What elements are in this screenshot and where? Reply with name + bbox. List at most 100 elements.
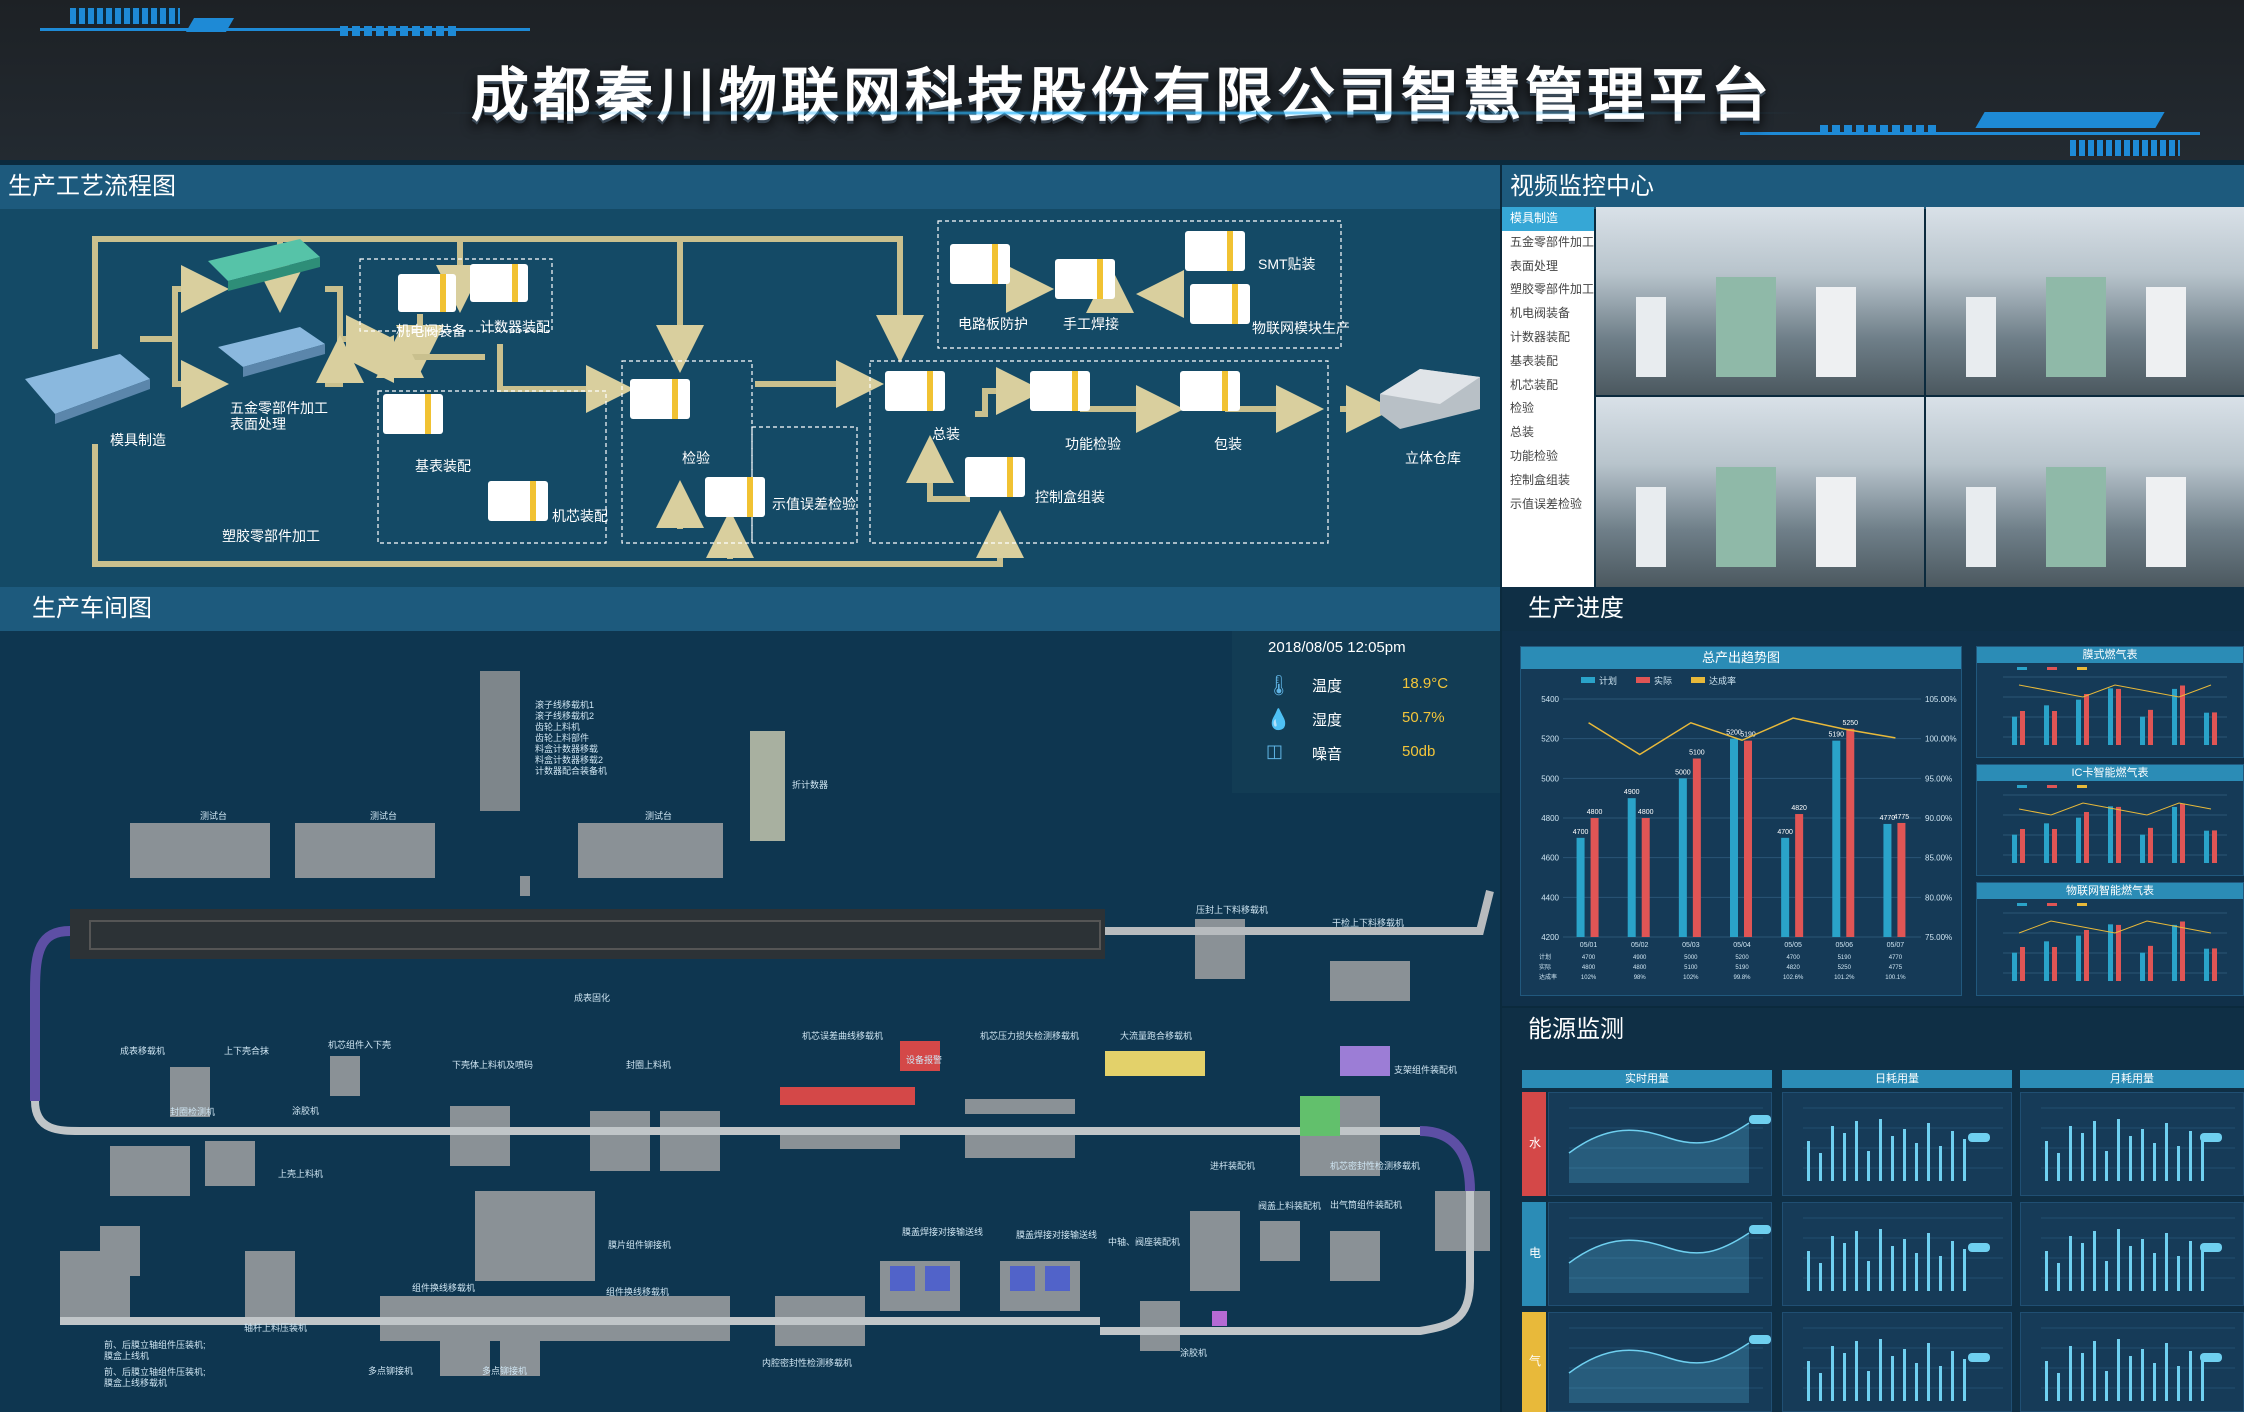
mini-legend bbox=[2017, 903, 2027, 906]
camera-feed-3[interactable] bbox=[1596, 397, 1924, 587]
noise-icon: ◫ bbox=[1266, 741, 1284, 761]
bar-actual bbox=[1795, 814, 1804, 937]
table-cell: 4900 bbox=[1633, 955, 1647, 961]
flow-label-surface: 表面处理 bbox=[230, 416, 286, 432]
mini-legend bbox=[2017, 667, 2027, 670]
label-line9: 支架组件装配机 bbox=[1394, 1064, 1457, 1075]
energy-bar bbox=[2117, 1339, 2120, 1401]
mini-bar-actual bbox=[2180, 803, 2185, 863]
energy-bar bbox=[2189, 1241, 2192, 1291]
camera-item[interactable]: 五金零部件加工 bbox=[1502, 231, 1594, 255]
label-airtest: 机芯密封性检测移载机 bbox=[1330, 1160, 1420, 1171]
mini-bar-plan bbox=[2204, 712, 2209, 745]
energy-bar bbox=[1915, 1143, 1918, 1181]
energy-bar bbox=[2093, 1341, 2096, 1401]
camera-item[interactable]: 检验 bbox=[1502, 397, 1594, 421]
camera-feed-2[interactable] bbox=[1926, 207, 2244, 395]
energy-bar bbox=[2129, 1356, 2132, 1401]
energy-bar bbox=[1963, 1139, 1966, 1181]
bar-actual bbox=[1846, 728, 1855, 937]
legend-swatch bbox=[1581, 677, 1595, 683]
y2-tick-label: 80.00% bbox=[1925, 893, 1952, 902]
energy-bar bbox=[1843, 1133, 1846, 1181]
decor-stripes-right bbox=[2070, 140, 2180, 156]
y-tick-label: 4600 bbox=[1541, 854, 1559, 863]
mini-bar-plan bbox=[2044, 941, 2049, 981]
mini-bar-plan bbox=[2204, 948, 2209, 981]
table-cell: 5190 bbox=[1735, 965, 1749, 971]
energy-bar bbox=[1951, 1351, 1954, 1401]
bar-label: 4700 bbox=[1777, 829, 1793, 836]
camera-feed-1[interactable] bbox=[1596, 207, 1924, 395]
energy-mini-chart bbox=[1803, 1327, 2003, 1401]
legend-label: 计划 bbox=[1599, 675, 1617, 686]
energy-bar bbox=[1915, 1363, 1918, 1401]
camera-item[interactable]: 控制盒组装 bbox=[1502, 469, 1594, 493]
energy-tooltip bbox=[1749, 1335, 1771, 1344]
bar-plan bbox=[1576, 837, 1585, 937]
camera-item[interactable]: 机电阀装备 bbox=[1502, 302, 1594, 326]
bar-label: 5100 bbox=[1689, 750, 1705, 757]
energy-bar bbox=[1903, 1239, 1906, 1291]
energy-bar bbox=[2069, 1236, 2072, 1291]
pink-machine bbox=[1212, 1311, 1227, 1326]
table-cell: 99.8% bbox=[1733, 975, 1751, 981]
label-weld2: 膜盖焊接对接输送线 bbox=[1016, 1229, 1097, 1240]
small-chart-3: 物联网智能燃气表 bbox=[1976, 882, 2244, 996]
flow-label-hardware: 五金零部件加工 bbox=[230, 400, 328, 416]
camera-item[interactable]: 总装 bbox=[1502, 421, 1594, 445]
legend-swatch bbox=[1691, 677, 1705, 683]
camera-item[interactable]: 计数器装配 bbox=[1502, 326, 1594, 350]
camera-item[interactable]: 模具制造 bbox=[1502, 207, 1594, 231]
label-updown: 干检上下料移载机 bbox=[1332, 917, 1404, 928]
workshop-header: 生产车间图 bbox=[0, 587, 1500, 631]
energy-header: 能源监测 bbox=[1502, 1008, 2244, 1052]
bar-label: 4800 bbox=[1587, 809, 1603, 816]
energy-bar bbox=[2189, 1351, 2192, 1401]
yellow-machine bbox=[1105, 1051, 1205, 1076]
table-cell: 5250 bbox=[1838, 965, 1852, 971]
energy-bar bbox=[1855, 1231, 1858, 1291]
mini-bar-plan bbox=[2140, 834, 2145, 863]
flow-label-iot: 物联网模块生产 bbox=[1252, 320, 1350, 336]
camera-item[interactable]: 塑胶零部件加工 bbox=[1502, 278, 1594, 302]
energy-bar bbox=[2141, 1129, 2144, 1181]
camera-item[interactable]: 机芯装配 bbox=[1502, 374, 1594, 398]
flow-label-valve: 机电阀装备 bbox=[396, 323, 466, 339]
camera-item[interactable]: 示值误差检验 bbox=[1502, 493, 1594, 517]
mini-bar-actual bbox=[2052, 711, 2057, 745]
energy-bar bbox=[2141, 1349, 2144, 1401]
energy-bar bbox=[1951, 1241, 1954, 1291]
label-inner: 内腔密封性检测移载机 bbox=[762, 1357, 852, 1368]
mini-legend bbox=[2077, 785, 2087, 788]
mini-bar-plan bbox=[2076, 817, 2081, 863]
mini-bar-actual bbox=[2212, 712, 2217, 745]
thermometer-icon: 🌡 bbox=[1266, 675, 1292, 697]
energy-bar bbox=[1963, 1249, 1966, 1291]
label-paint: 涂胶机 bbox=[292, 1105, 319, 1116]
bar-actual bbox=[1590, 818, 1599, 937]
decor-line-right bbox=[1740, 132, 2200, 135]
top-bar: 成都秦川物联网科技股份有限公司智慧管理平台 bbox=[0, 0, 2244, 160]
mini-legend bbox=[2077, 667, 2087, 670]
camera-item[interactable]: 功能检验 bbox=[1502, 445, 1594, 469]
energy-bar bbox=[2069, 1126, 2072, 1181]
mini-legend bbox=[2047, 667, 2057, 670]
energy-chart-cell bbox=[2020, 1312, 2244, 1412]
label-valve3: 出气筒组件装配机 bbox=[1330, 1199, 1402, 1210]
camera-feed-4[interactable] bbox=[1926, 397, 2244, 587]
video-header: 视频监控中心 bbox=[1502, 165, 2244, 209]
table-cell: 4775 bbox=[1889, 965, 1903, 971]
mini-bar-actual bbox=[2212, 948, 2217, 981]
label-gear: 膜片组件铆接机 bbox=[608, 1239, 671, 1250]
camera-item[interactable]: 基表装配 bbox=[1502, 350, 1594, 374]
energy-bar bbox=[2153, 1363, 2156, 1401]
mini-bar-actual bbox=[2212, 830, 2217, 863]
energy-chart-cell bbox=[1782, 1202, 2012, 1306]
camera-item[interactable]: 表面处理 bbox=[1502, 255, 1594, 279]
conveyor-corner bbox=[1419, 1126, 1475, 1192]
hum-value: 50.7% bbox=[1402, 709, 1445, 726]
bar-plan bbox=[1730, 738, 1738, 937]
bar-plan bbox=[1832, 740, 1841, 937]
legend-label: 实际 bbox=[1654, 675, 1672, 686]
